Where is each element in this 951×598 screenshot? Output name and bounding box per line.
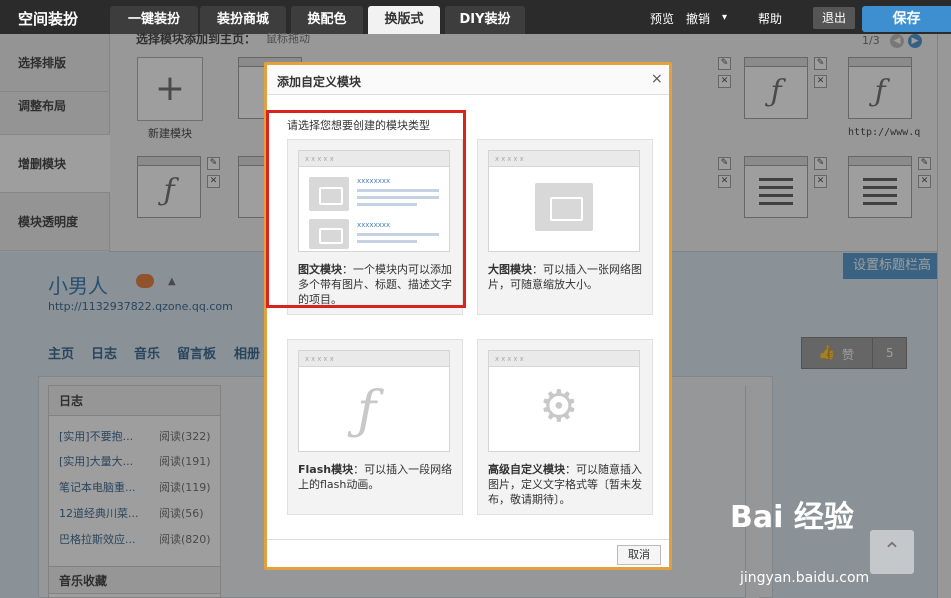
- card-large-image-module[interactable]: xxxxx 大图模块：可以插入一张网络图片，可随意缩放大小。: [477, 139, 653, 315]
- thumb-header: xxxxx: [489, 151, 639, 167]
- card-flash-module[interactable]: xxxxx ƒ Flash模块：可以插入一段网络上的flash动画。: [287, 339, 463, 515]
- back-to-top-icon[interactable]: ⌃: [870, 530, 914, 574]
- flash-thumbnail: xxxxx ƒ: [298, 350, 450, 452]
- brand-title: 空间装扮: [18, 10, 79, 28]
- thumb-header: xxxxx: [489, 351, 639, 367]
- image-icon: [535, 183, 593, 231]
- card-advanced-module[interactable]: xxxxx ⚙ 高级自定义模块：可以随意插入图片，定义文字格式等〔暂未发布，敬请…: [477, 339, 653, 515]
- dialog-footer: 取消: [267, 539, 669, 567]
- advanced-thumbnail: xxxxx ⚙: [488, 350, 640, 452]
- card-description: 高级自定义模块：可以随意插入图片，定义文字格式等〔暂未发布，敬请期待〕。: [488, 463, 642, 506]
- cancel-button[interactable]: 取消: [617, 545, 661, 565]
- undo-link[interactable]: 撤销: [686, 10, 710, 27]
- thumb-header: xxxxx: [299, 351, 449, 367]
- gear-icon: ⚙: [539, 381, 579, 432]
- card-description: 大图模块：可以插入一张网络图片，可随意缩放大小。: [488, 263, 642, 291]
- preview-link[interactable]: 预览: [650, 10, 674, 27]
- card-description: Flash模块：可以插入一段网络上的flash动画。: [298, 463, 453, 491]
- dialog-header: 添加自定义模块 ×: [267, 65, 669, 95]
- top-bar: 空间装扮 一键装扮 装扮商城 换配色 换版式 DIY装扮 预览 撤销 ▾ 帮助 …: [0, 0, 951, 34]
- exit-button[interactable]: 退出: [813, 7, 855, 29]
- watermark-url: jingyan.baidu.com: [740, 570, 870, 586]
- help-link[interactable]: 帮助: [758, 10, 782, 27]
- highlight-box: [266, 110, 466, 308]
- tab-layout[interactable]: 换版式: [368, 6, 440, 34]
- save-button[interactable]: 保存: [862, 6, 951, 32]
- watermark-logo: Bai 经验: [730, 500, 854, 535]
- flash-icon: ƒ: [357, 381, 377, 441]
- tab-diy[interactable]: DIY装扮: [445, 6, 525, 34]
- undo-dropdown-icon[interactable]: ▾: [722, 12, 727, 23]
- close-icon[interactable]: ×: [651, 71, 663, 87]
- large-image-thumbnail: xxxxx: [488, 150, 640, 252]
- dialog-title: 添加自定义模块: [277, 75, 362, 89]
